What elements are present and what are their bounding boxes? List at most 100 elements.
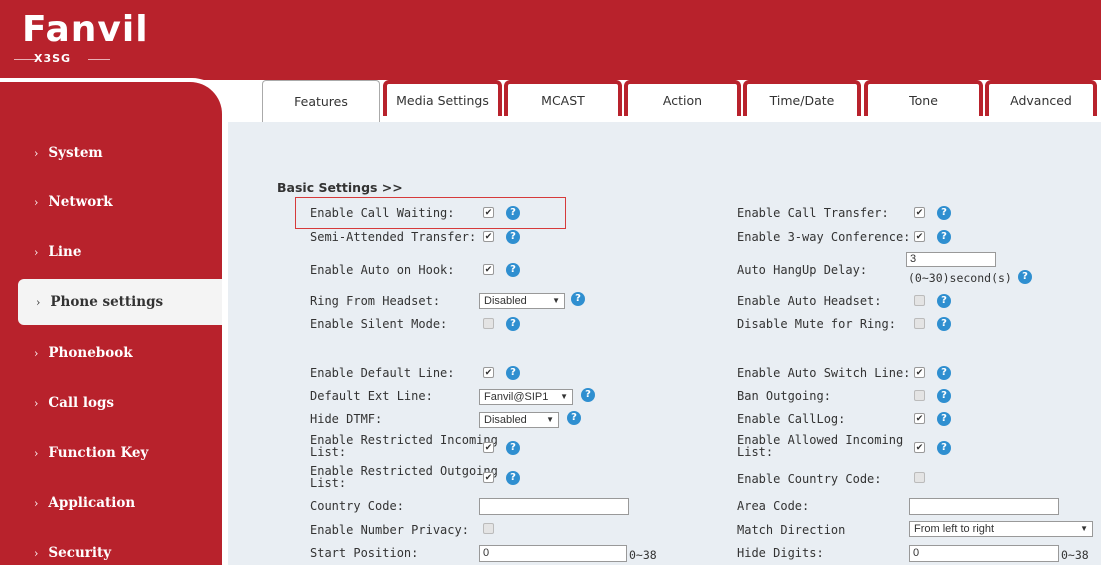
help-icon[interactable]: ? bbox=[581, 388, 595, 402]
input-country-code[interactable] bbox=[479, 498, 629, 515]
help-icon[interactable]: ? bbox=[937, 230, 951, 244]
sidebar-item-phonebook[interactable]: › Phonebook bbox=[0, 330, 222, 376]
chevron-right-icon: › bbox=[34, 396, 39, 410]
tab-media-settings[interactable]: Media Settings bbox=[383, 80, 502, 116]
chevron-right-icon: › bbox=[36, 295, 41, 309]
label-start-position: Start Position: bbox=[310, 546, 419, 560]
model-name: X3SG bbox=[34, 52, 72, 65]
help-icon[interactable]: ? bbox=[1018, 270, 1032, 284]
chevron-down-icon: ▼ bbox=[560, 392, 568, 401]
help-icon[interactable]: ? bbox=[506, 441, 520, 455]
sidebar-item-application[interactable]: › Application bbox=[0, 480, 222, 526]
select-default-ext-line[interactable]: Fanvil@SIP1 ▼ bbox=[479, 389, 573, 405]
input-area-code[interactable] bbox=[909, 498, 1059, 515]
checkbox-auto-switch-line[interactable] bbox=[914, 367, 925, 378]
chevron-right-icon: › bbox=[34, 346, 39, 360]
checkbox-auto-headset[interactable] bbox=[914, 295, 925, 306]
checkbox-mute-for-ring[interactable] bbox=[914, 318, 925, 329]
sidebar: › System › Network › Line › Phone settings ›… bbox=[0, 82, 222, 565]
checkbox-semi-attended-transfer[interactable] bbox=[483, 231, 494, 242]
label-auto-hangup-delay: Auto HangUp Delay: bbox=[737, 263, 868, 277]
select-match-direction[interactable]: From left to right ▼ bbox=[909, 521, 1093, 537]
checkbox-enable-country-code[interactable] bbox=[914, 472, 925, 483]
sidebar-item-phone-settings[interactable]: › Phone settings bbox=[18, 279, 222, 325]
checkbox-call-log[interactable] bbox=[914, 413, 925, 424]
chevron-right-icon: › bbox=[34, 496, 39, 510]
label-hide-digits: Hide Digits: bbox=[737, 546, 824, 560]
label-restricted-outgoing-2: List: bbox=[310, 476, 347, 490]
label-allowed-incoming-2: List: bbox=[737, 445, 774, 459]
tab-mcast[interactable]: MCAST bbox=[504, 80, 622, 116]
label-area-code: Area Code: bbox=[737, 499, 810, 513]
tab-action[interactable]: Action bbox=[624, 80, 741, 116]
input-start-position[interactable]: 0 bbox=[479, 545, 627, 562]
checkbox-number-privacy[interactable] bbox=[483, 523, 494, 534]
auto-hangup-range: (0~30)second(s) bbox=[908, 271, 1012, 285]
help-icon[interactable]: ? bbox=[567, 411, 581, 425]
help-icon[interactable]: ? bbox=[506, 317, 520, 331]
help-icon[interactable]: ? bbox=[506, 206, 520, 220]
label-enable-country-code: Enable Country Code: bbox=[737, 472, 882, 486]
checkbox-call-waiting[interactable] bbox=[483, 207, 494, 218]
chevron-right-icon: › bbox=[34, 546, 39, 560]
sidebar-item-system[interactable]: › System bbox=[0, 130, 222, 176]
checkbox-restricted-outgoing[interactable] bbox=[483, 472, 494, 483]
chevron-down-icon: ▼ bbox=[552, 296, 560, 305]
label-default-line: Enable Default Line: bbox=[310, 366, 455, 380]
checkbox-ban-outgoing[interactable] bbox=[914, 390, 925, 401]
chevron-right-icon: › bbox=[34, 195, 39, 209]
help-icon[interactable]: ? bbox=[937, 389, 951, 403]
label-country-code: Country Code: bbox=[310, 499, 404, 513]
checkbox-auto-on-hook[interactable] bbox=[483, 264, 494, 275]
input-hide-digits[interactable]: 0 bbox=[909, 545, 1059, 562]
sidebar-item-network[interactable]: › Network bbox=[0, 179, 222, 225]
help-icon[interactable]: ? bbox=[937, 294, 951, 308]
input-auto-hangup-delay[interactable]: 3 bbox=[906, 252, 996, 267]
checkbox-allowed-incoming[interactable] bbox=[914, 442, 925, 453]
help-icon[interactable]: ? bbox=[506, 263, 520, 277]
sidebar-item-security[interactable]: › Security bbox=[0, 530, 222, 565]
sidebar-item-call-logs[interactable]: › Call logs bbox=[0, 380, 222, 426]
header-bar: Fanvil X3SG bbox=[0, 0, 1101, 80]
label-auto-on-hook: Enable Auto on Hook: bbox=[310, 263, 455, 277]
checkbox-silent-mode[interactable] bbox=[483, 318, 494, 329]
tab-tone[interactable]: Tone bbox=[864, 80, 983, 116]
label-3way-conference: Enable 3-way Conference: bbox=[737, 230, 911, 244]
help-icon[interactable]: ? bbox=[506, 366, 520, 380]
help-icon[interactable]: ? bbox=[937, 441, 951, 455]
label-number-privacy: Enable Number Privacy: bbox=[310, 523, 469, 537]
tab-advanced[interactable]: Advanced bbox=[985, 80, 1097, 116]
label-call-log: Enable CallLog: bbox=[737, 412, 846, 426]
label-silent-mode: Enable Silent Mode: bbox=[310, 317, 448, 331]
help-icon[interactable]: ? bbox=[506, 230, 520, 244]
label-auto-headset: Enable Auto Headset: bbox=[737, 294, 882, 308]
label-mute-for-ring: Disable Mute for Ring: bbox=[737, 317, 896, 331]
help-icon[interactable]: ? bbox=[937, 366, 951, 380]
fanvil-logo: Fanvil X3SG bbox=[14, 10, 148, 68]
help-icon[interactable]: ? bbox=[506, 471, 520, 485]
hide-digits-range: 0~38 bbox=[1061, 548, 1089, 562]
checkbox-call-transfer[interactable] bbox=[914, 207, 925, 218]
sidebar-item-function-key[interactable]: › Function Key bbox=[0, 430, 222, 476]
label-default-ext-line: Default Ext Line: bbox=[310, 389, 433, 403]
help-icon[interactable]: ? bbox=[937, 412, 951, 426]
checkbox-restricted-incoming[interactable] bbox=[483, 442, 494, 453]
help-icon[interactable]: ? bbox=[571, 292, 585, 306]
tab-features[interactable]: Features bbox=[262, 80, 380, 122]
select-hide-dtmf[interactable]: Disabled ▼ bbox=[479, 412, 559, 428]
help-icon[interactable]: ? bbox=[937, 317, 951, 331]
label-auto-switch-line: Enable Auto Switch Line: bbox=[737, 366, 911, 380]
sidebar-item-line[interactable]: › Line bbox=[0, 229, 222, 275]
chevron-down-icon: ▼ bbox=[546, 415, 554, 424]
select-ring-from-headset[interactable]: Disabled ▼ bbox=[479, 293, 565, 309]
chevron-down-icon: ▼ bbox=[1080, 524, 1088, 533]
chevron-right-icon: › bbox=[34, 146, 39, 160]
help-icon[interactable]: ? bbox=[937, 206, 951, 220]
chevron-right-icon: › bbox=[34, 245, 39, 259]
tab-time-date[interactable]: Time/Date bbox=[743, 80, 861, 116]
checkbox-default-line[interactable] bbox=[483, 367, 494, 378]
label-match-direction: Match Direction bbox=[737, 523, 846, 537]
label-restricted-incoming-2: List: bbox=[310, 445, 347, 459]
checkbox-3way-conference[interactable] bbox=[914, 231, 925, 242]
label-call-transfer: Enable Call Transfer: bbox=[737, 206, 889, 220]
